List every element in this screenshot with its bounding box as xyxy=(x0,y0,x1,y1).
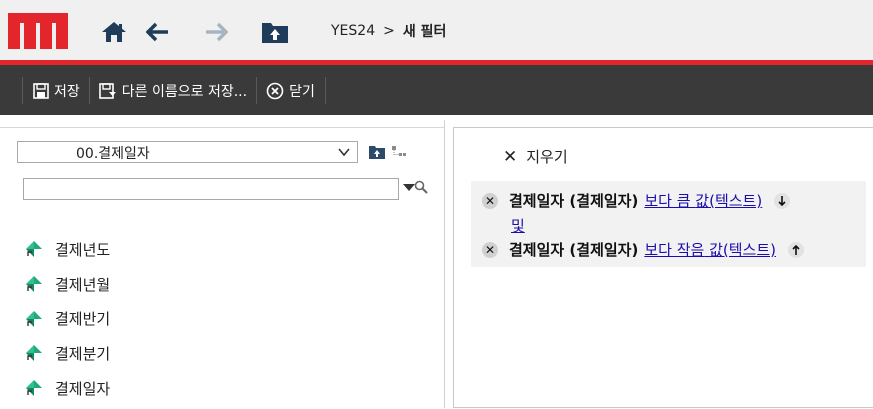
condition-operator-link[interactable]: 보다 큼 값(텍스트) xyxy=(644,190,762,211)
folder-select-value: 00.결제일자 xyxy=(76,146,150,162)
list-item[interactable]: 결제반기 xyxy=(25,301,110,336)
attribute-icon xyxy=(26,241,42,258)
filter-condition: ✕ 결제일자 (결제일자) 보다 큼 값(텍스트) xyxy=(482,190,791,211)
back-arrow-icon[interactable] xyxy=(144,20,172,44)
filter-condition: ✕ 결제일자 (결제일자) 보다 작음 값(텍스트) xyxy=(482,239,804,260)
save-button[interactable]: 저장 xyxy=(29,77,84,104)
close-circle-icon xyxy=(266,82,284,99)
save-label: 저장 xyxy=(54,83,80,100)
attribute-label: 결제반기 xyxy=(55,310,111,329)
folder-up-icon[interactable] xyxy=(261,20,289,44)
toolbar-divider xyxy=(88,77,90,104)
forward-arrow-icon[interactable] xyxy=(202,20,230,44)
save-as-label: 다른 이름으로 저장... xyxy=(121,83,248,100)
attribute-list: 결제년도 결제년월 결제반기 결제분기 결제일자 xyxy=(25,232,110,405)
breadcrumb-root[interactable]: YES24 xyxy=(331,23,375,39)
attribute-icon xyxy=(26,345,42,362)
remove-condition-icon[interactable]: ✕ xyxy=(482,192,498,209)
list-item[interactable]: 결제년월 xyxy=(25,267,110,302)
folder-select[interactable]: 00.결제일자 xyxy=(17,141,358,163)
close-button[interactable]: 닫기 xyxy=(262,77,319,104)
list-item[interactable]: 결제년도 xyxy=(25,232,110,267)
condition-value: 값(텍스트) xyxy=(709,241,776,259)
close-icon: ✕ xyxy=(503,146,518,167)
condition-operator: 보다 작음 xyxy=(644,241,705,259)
toolbar: 저장 다른 이름으로 저장... 닫기 xyxy=(0,65,873,115)
attribute-label: 결제년월 xyxy=(55,275,111,294)
condition-operator: 보다 큼 xyxy=(644,192,691,210)
condition-field: 결제일자 (결제일자) xyxy=(509,192,639,210)
save-as-button[interactable]: 다른 이름으로 저장... xyxy=(95,77,251,104)
save-as-icon xyxy=(98,82,116,99)
breadcrumb: YES24 > 새 필터 xyxy=(331,20,446,42)
condition-value: 값(텍스트) xyxy=(695,192,763,210)
clear-button[interactable]: ✕ 지우기 xyxy=(503,146,568,167)
search-icon[interactable] xyxy=(414,180,428,194)
save-icon xyxy=(33,82,49,99)
attribute-icon xyxy=(26,276,42,293)
attribute-label: 결제일자 xyxy=(55,379,111,398)
breadcrumb-current: 새 필터 xyxy=(402,24,447,40)
clear-label: 지우기 xyxy=(526,148,568,166)
panel-divider[interactable] xyxy=(444,120,445,408)
tree-view-icon[interactable] xyxy=(389,142,409,162)
filter-editor-panel xyxy=(453,127,873,408)
toolbar-divider xyxy=(256,77,258,104)
top-bar: YES24 > 새 필터 xyxy=(0,0,873,61)
condition-operator-link[interactable]: 보다 작음 값(텍스트) xyxy=(644,239,776,260)
attribute-label: 결제분기 xyxy=(55,344,111,363)
list-item[interactable]: 결제분기 xyxy=(25,336,110,371)
arrow-up-icon[interactable] xyxy=(788,241,804,258)
breadcrumb-separator: > xyxy=(383,23,395,39)
chevron-down-icon xyxy=(338,148,350,157)
toolbar-button-group: 저장 다른 이름으로 저장... 닫기 xyxy=(22,77,326,104)
conjunction-link[interactable]: 및 xyxy=(511,215,525,236)
home-icon[interactable] xyxy=(100,20,128,44)
condition-field: 결제일자 (결제일자) xyxy=(509,241,639,259)
remove-condition-icon[interactable]: ✕ xyxy=(482,241,498,258)
attribute-icon xyxy=(26,380,42,397)
close-label: 닫기 xyxy=(289,83,315,100)
attribute-icon xyxy=(26,310,42,327)
microstrategy-logo xyxy=(8,13,68,49)
list-item[interactable]: 결제일자 xyxy=(25,371,110,406)
arrow-down-icon[interactable] xyxy=(774,192,791,209)
folder-up-icon[interactable] xyxy=(367,142,387,162)
object-search-input[interactable] xyxy=(23,178,399,200)
attribute-label: 결제년도 xyxy=(55,240,111,259)
object-search-combo xyxy=(23,176,428,202)
